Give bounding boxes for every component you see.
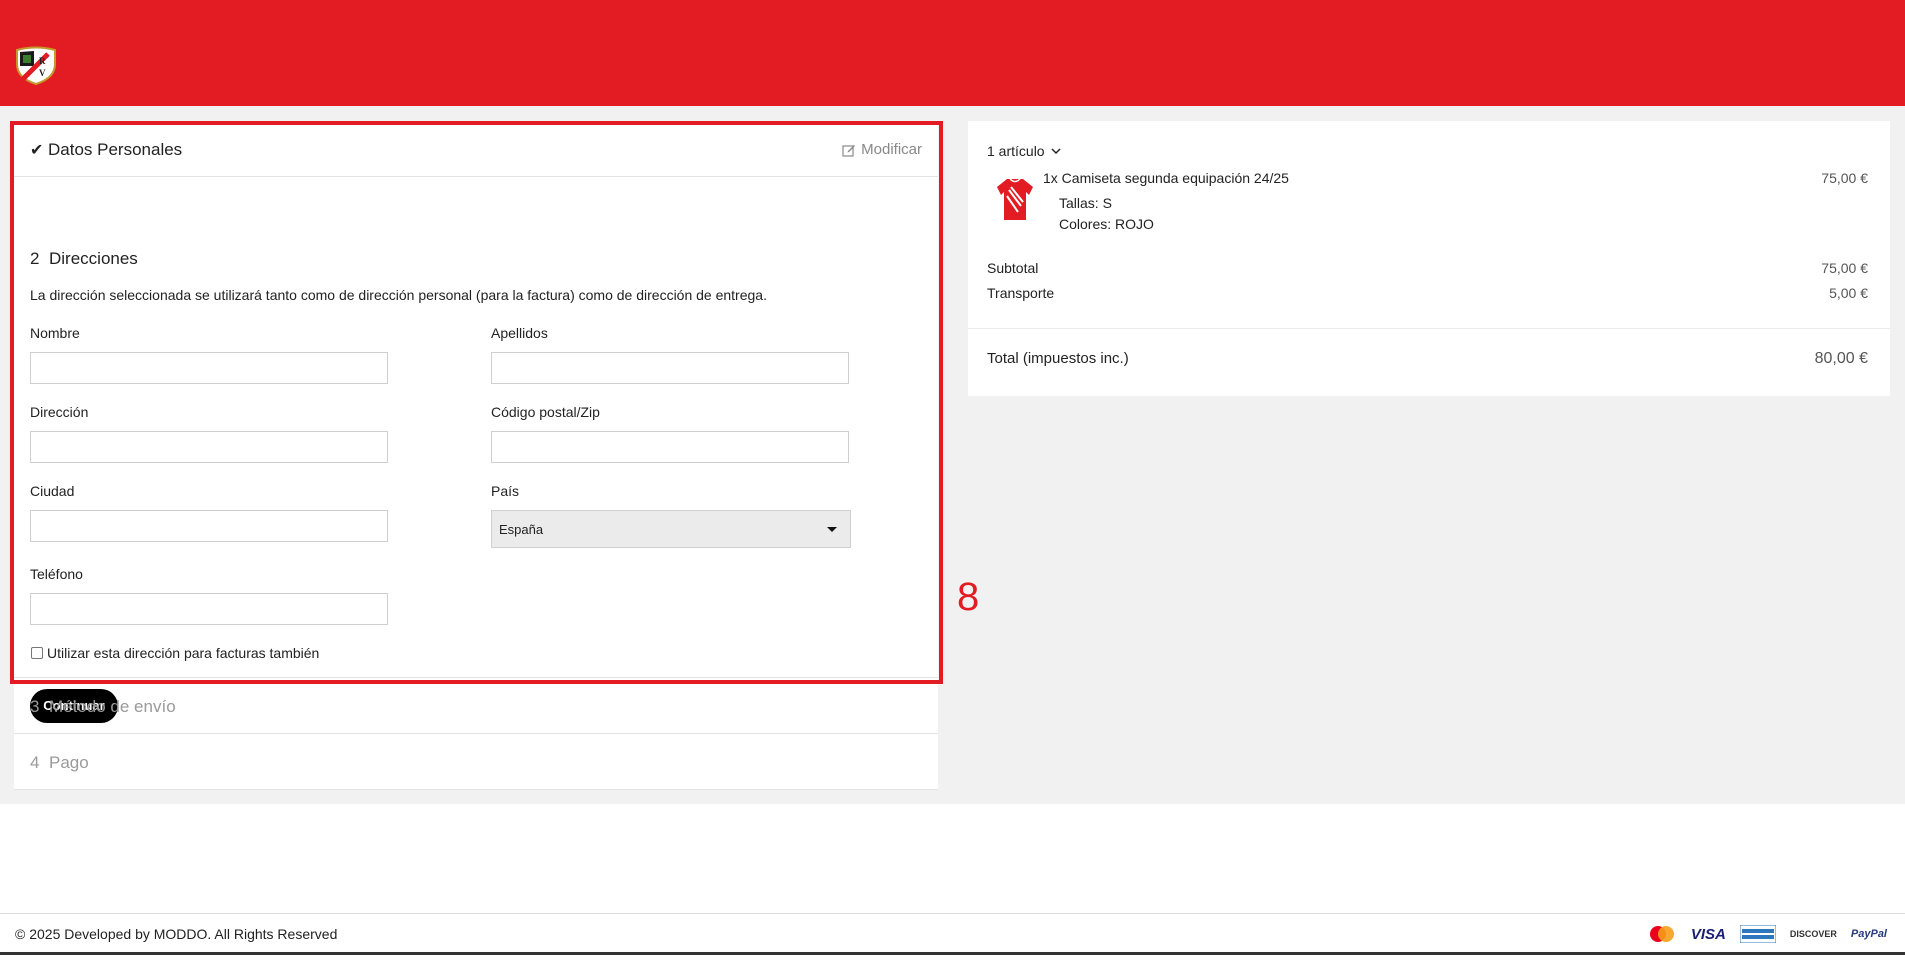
- step-personal-data-title: Datos Personales: [48, 140, 183, 159]
- amex-icon: [1739, 925, 1776, 943]
- billing-address-checkbox[interactable]: [31, 647, 43, 659]
- items-count: 1 artículo: [987, 143, 1045, 159]
- modify-label: Modificar: [861, 141, 922, 158]
- shipping-value: 5,00 €: [1829, 285, 1868, 301]
- telefono-label: Teléfono: [30, 566, 83, 582]
- nombre-label: Nombre: [30, 325, 80, 341]
- step-addresses: 2 Direcciones La dirección seleccionada …: [14, 177, 938, 723]
- chevron-down-icon: [1051, 147, 1061, 154]
- subtotal-value: 75,00 €: [1821, 260, 1868, 276]
- product-color: Colores: ROJO: [1059, 216, 1154, 232]
- discover-icon: DISCOVER: [1789, 929, 1837, 939]
- codigo-postal-input[interactable]: [491, 431, 849, 463]
- step-payment[interactable]: 4 Pago: [14, 734, 938, 790]
- caret-down-icon: [827, 527, 837, 532]
- paypal-icon: PayPal: [1850, 928, 1887, 940]
- product-price: 75,00 €: [1821, 170, 1868, 186]
- step-shipping-method[interactable]: 3 Método de envío: [14, 678, 938, 734]
- summary-divider: [968, 328, 1890, 329]
- subtotal-label: Subtotal: [987, 260, 1039, 276]
- ciudad-input[interactable]: [30, 510, 388, 542]
- direccion-input[interactable]: [30, 431, 388, 463]
- payment-methods: VISA DISCOVER PayPal: [1647, 925, 1887, 943]
- site-header: R V: [0, 0, 1905, 106]
- footer-copyright: © 2025 Developed by MODDO. All Rights Re…: [15, 926, 338, 942]
- step-shipping-title: Método de envío: [49, 697, 176, 716]
- step-shipping-number: 3: [30, 697, 40, 716]
- step-addresses-title: Direcciones: [49, 249, 138, 268]
- svg-text:R: R: [39, 56, 46, 66]
- edit-icon: [842, 144, 856, 157]
- direccion-label: Dirección: [30, 404, 89, 420]
- step-payment-title: Pago: [49, 753, 89, 772]
- total-value: 80,00 €: [1814, 350, 1868, 367]
- modify-link[interactable]: Modificar: [842, 141, 922, 158]
- ciudad-label: Ciudad: [30, 483, 75, 499]
- club-logo[interactable]: R V: [14, 46, 58, 86]
- pais-select[interactable]: España: [491, 510, 851, 548]
- codigo-postal-label: Código postal/Zip: [491, 404, 600, 420]
- telefono-input[interactable]: [30, 593, 388, 625]
- total-label: Total (impuestos inc.): [987, 350, 1129, 367]
- order-summary: 1 artículo 1x Camiseta segunda equipació…: [968, 121, 1890, 396]
- step-addresses-number: 2: [30, 249, 40, 268]
- nombre-input[interactable]: [30, 352, 388, 384]
- product-size: Tallas: S: [1059, 195, 1112, 211]
- visa-icon: VISA: [1690, 925, 1726, 943]
- pais-label: País: [491, 483, 520, 499]
- shipping-label: Transporte: [987, 285, 1055, 301]
- product-name: 1x Camiseta segunda equipación 24/25: [1043, 170, 1289, 186]
- billing-address-label: Utilizar esta dirección para facturas ta…: [47, 645, 320, 661]
- checkout-steps: ✔ Datos Personales Modificar 2 Direccion…: [14, 121, 938, 790]
- apellidos-label: Apellidos: [491, 325, 548, 341]
- items-toggle[interactable]: 1 artículo: [987, 143, 1061, 159]
- pais-select-value: España: [499, 522, 544, 537]
- apellidos-input[interactable]: [491, 352, 849, 384]
- step-personal-data: ✔ Datos Personales Modificar: [14, 121, 938, 177]
- address-description: La dirección seleccionada se utilizará t…: [30, 287, 767, 303]
- svg-text:V: V: [39, 68, 46, 78]
- footer-divider: [0, 913, 1905, 914]
- mastercard-icon: [1649, 926, 1674, 942]
- annotation-label: 8: [957, 575, 980, 619]
- checkmark-icon: ✔: [30, 142, 44, 159]
- product-thumbnail: [997, 178, 1033, 220]
- step-payment-number: 4: [30, 753, 40, 772]
